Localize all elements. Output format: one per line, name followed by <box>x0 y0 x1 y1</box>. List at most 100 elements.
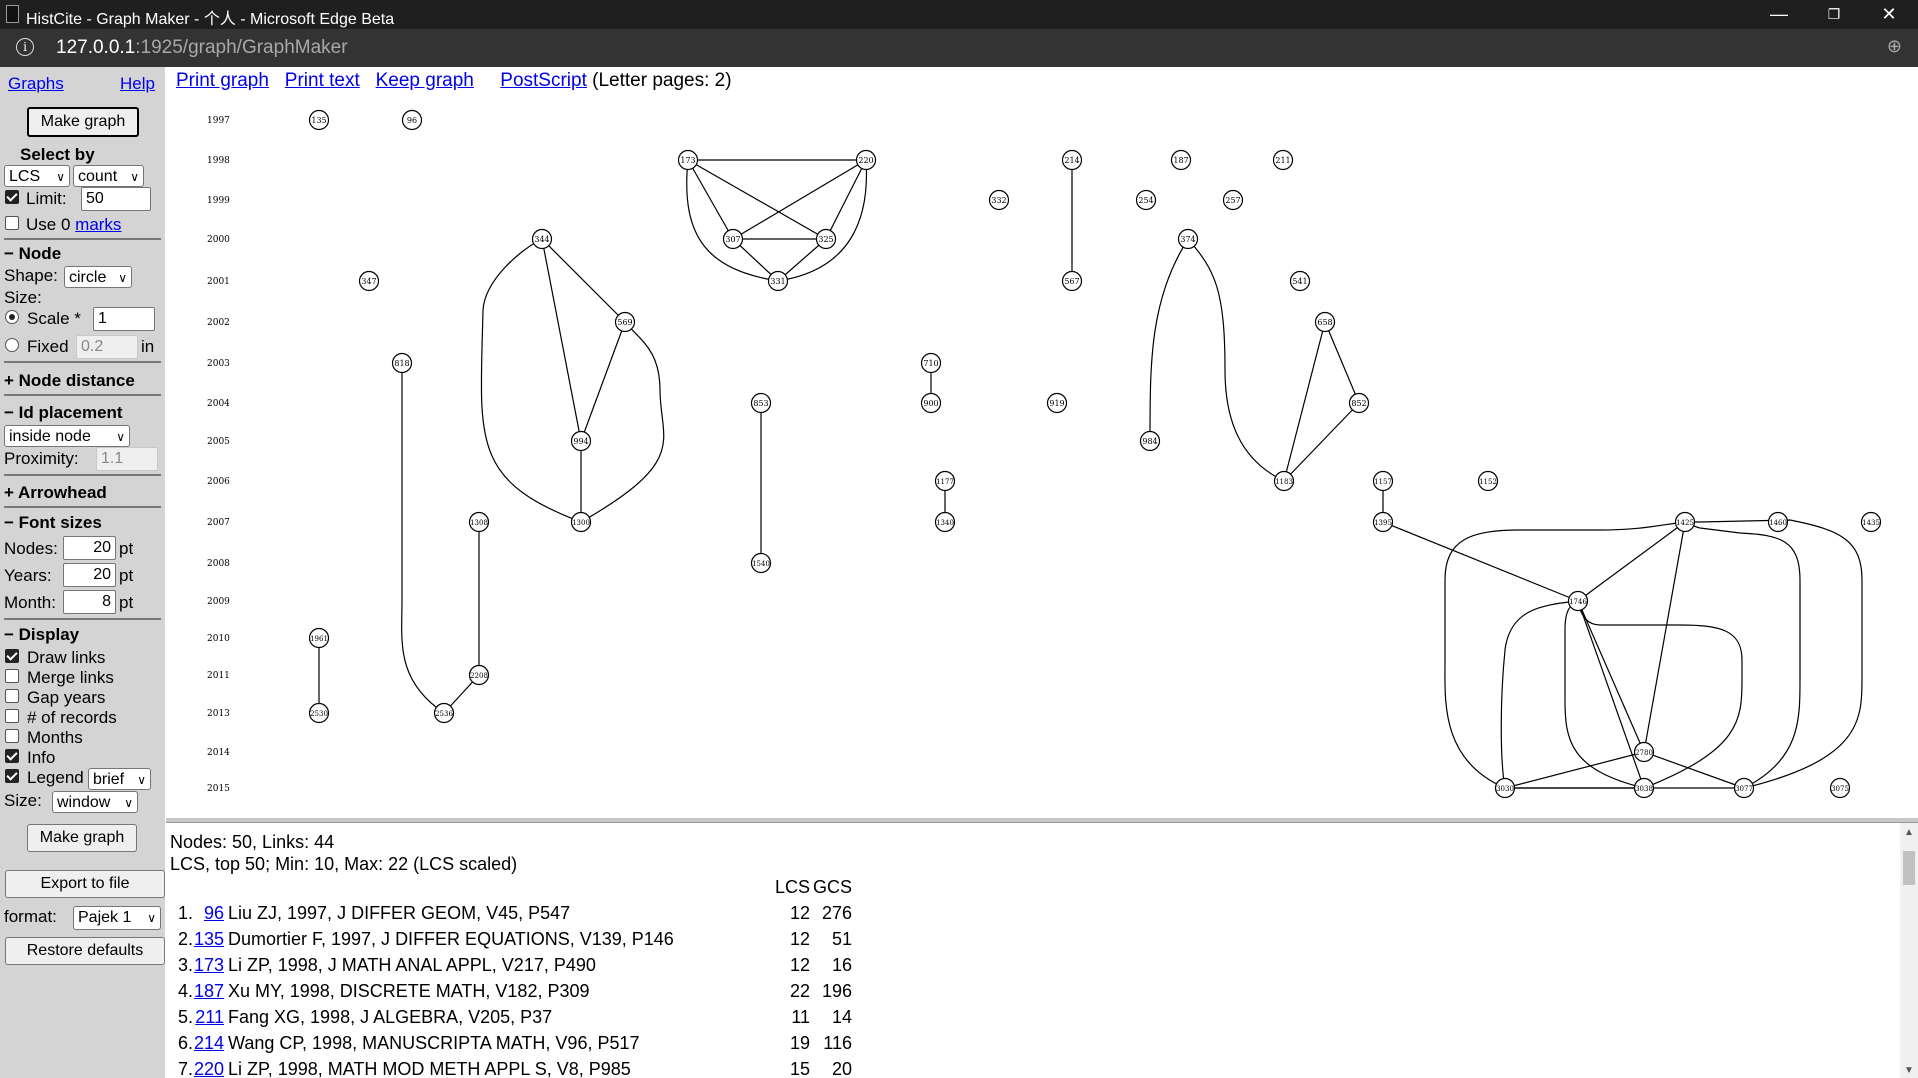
month-font-input[interactable]: 8 <box>63 590 116 614</box>
graph-node[interactable]: 187 <box>1170 149 1192 171</box>
fixed-input[interactable]: 0.2 <box>76 335 138 359</box>
graph-node[interactable]: 658 <box>1314 311 1336 333</box>
select-mode-dropdown[interactable]: count ∨ <box>73 165 144 187</box>
graph-node[interactable]: 332 <box>988 189 1010 211</box>
display-toggle[interactable]: − Display <box>4 625 79 645</box>
graph-node[interactable]: 220 <box>855 149 877 171</box>
graph-node[interactable]: 2530 <box>308 702 330 724</box>
display-option-checkbox[interactable] <box>5 749 19 763</box>
graph-node[interactable]: 1157 <box>1372 470 1394 492</box>
record-id-link[interactable]: 135 <box>194 929 224 950</box>
help-link[interactable]: Help <box>120 74 155 94</box>
keep-graph-link[interactable]: Keep graph <box>376 70 474 91</box>
proximity-input[interactable]: 1.1 <box>96 447 158 471</box>
graph-node[interactable]: 1340 <box>934 511 956 533</box>
graph-node[interactable]: 347 <box>358 270 380 292</box>
display-option-checkbox[interactable] <box>5 729 19 743</box>
record-id-link[interactable]: 220 <box>194 1059 224 1078</box>
graph-node[interactable]: 1177 <box>934 470 956 492</box>
node-distance-toggle[interactable]: + Node distance <box>4 371 135 391</box>
make-graph-button[interactable]: Make graph <box>27 107 139 137</box>
graph-node[interactable]: 2536 <box>433 702 455 724</box>
record-id-link[interactable]: 187 <box>194 981 224 1002</box>
export-button[interactable]: Export to file <box>5 870 165 898</box>
arrowhead-toggle[interactable]: + Arrowhead <box>4 483 107 503</box>
graph-node[interactable]: 710 <box>920 352 942 374</box>
site-info-icon[interactable]: i <box>16 38 34 56</box>
url-field[interactable]: 127.0.0.1:1925/graph/GraphMaker <box>56 37 348 59</box>
graph-node[interactable]: 307 <box>722 228 744 250</box>
nodes-font-input[interactable]: 20 <box>63 536 116 560</box>
graph-node[interactable]: 541 <box>1289 270 1311 292</box>
info-scrollbar[interactable]: ▲ ▼ <box>1900 823 1918 1078</box>
graph-node[interactable]: 1308 <box>468 511 490 533</box>
marks-link[interactable]: marks <box>75 215 121 234</box>
minimize-button[interactable]: — <box>1756 0 1802 29</box>
graph-node[interactable]: 1300 <box>570 511 592 533</box>
scroll-up-icon[interactable]: ▲ <box>1904 827 1914 838</box>
id-placement-toggle[interactable]: − Id placement <box>4 403 123 423</box>
graph-node[interactable]: 344 <box>531 228 553 250</box>
close-button[interactable]: ✕ <box>1866 0 1912 29</box>
record-id-link[interactable]: 96 <box>204 903 224 924</box>
node-section-toggle[interactable]: − Node <box>4 244 61 264</box>
id-placement-dropdown[interactable]: inside node ∨ <box>4 425 130 447</box>
graph-node[interactable]: 2208 <box>468 664 490 686</box>
graph-node[interactable]: 984 <box>1139 430 1161 452</box>
display-option-checkbox[interactable] <box>5 649 19 663</box>
legend-dropdown[interactable]: brief ∨ <box>88 768 151 790</box>
format-dropdown[interactable]: Pajek 1 ∨ <box>73 906 161 930</box>
display-option-checkbox[interactable] <box>5 669 19 683</box>
display-option-checkbox[interactable] <box>5 709 19 723</box>
graph-node[interactable]: 3030 <box>1494 777 1516 799</box>
graph-node[interactable]: 919 <box>1046 392 1068 414</box>
graph-node[interactable]: 325 <box>815 228 837 250</box>
record-id-link[interactable]: 211 <box>195 1007 224 1028</box>
fixed-radio[interactable] <box>5 338 19 352</box>
graph-node[interactable]: 569 <box>614 311 636 333</box>
graph-node[interactable]: 852 <box>1348 392 1370 414</box>
graph-node[interactable]: 1746 <box>1567 590 1589 612</box>
graph-node[interactable]: 567 <box>1061 270 1083 292</box>
graph-node[interactable]: 1395 <box>1372 511 1394 533</box>
graph-node[interactable]: 96 <box>401 109 423 131</box>
graphs-link[interactable]: Graphs <box>8 74 64 94</box>
graph-node[interactable]: 818 <box>391 352 413 374</box>
years-font-input[interactable]: 20 <box>63 563 116 587</box>
graph-node[interactable]: 994 <box>570 430 592 452</box>
make-graph-button-bottom[interactable]: Make graph <box>27 824 137 852</box>
size-window-dropdown[interactable]: window ∨ <box>52 791 138 813</box>
graph-node[interactable]: 2780 <box>1633 741 1655 763</box>
scroll-thumb[interactable] <box>1903 851 1915 885</box>
restore-defaults-button[interactable]: Restore defaults <box>5 937 165 965</box>
graph-node[interactable]: 3077 <box>1733 777 1755 799</box>
graph-node[interactable]: 1152 <box>1477 470 1499 492</box>
limit-input[interactable]: 50 <box>81 187 151 211</box>
graph-node[interactable]: 1540 <box>750 552 772 574</box>
scroll-down-icon[interactable]: ▼ <box>1904 1065 1914 1076</box>
limit-checkbox[interactable] <box>5 190 19 204</box>
address-bar[interactable]: i 127.0.0.1:1925/graph/GraphMaker ⊕ <box>0 29 1918 67</box>
graph-node[interactable]: 900 <box>920 392 942 414</box>
graph-node[interactable]: 331 <box>767 270 789 292</box>
graph-node[interactable]: 135 <box>308 109 330 131</box>
zoom-icon[interactable]: ⊕ <box>1887 36 1902 57</box>
select-field-dropdown[interactable]: LCS ∨ <box>4 165 70 187</box>
print-graph-link[interactable]: Print graph <box>176 70 269 91</box>
print-text-link[interactable]: Print text <box>285 70 360 91</box>
display-option-checkbox[interactable] <box>5 689 19 703</box>
graph-node[interactable]: 3075 <box>1829 777 1851 799</box>
scale-radio[interactable] <box>5 310 19 324</box>
graph-node[interactable]: 1435 <box>1860 511 1882 533</box>
graph-node[interactable]: 853 <box>750 392 772 414</box>
graph-node[interactable]: 211 <box>1272 149 1294 171</box>
graph-node[interactable]: 1460 <box>1767 511 1789 533</box>
graph-node[interactable]: 214 <box>1061 149 1083 171</box>
record-id-link[interactable]: 214 <box>194 1033 224 1054</box>
shape-dropdown[interactable]: circle ∨ <box>64 266 132 288</box>
citation-graph[interactable]: 1997 1998 1999 2000 2001 2002 2003 2004 2005 2006… <box>166 96 1918 818</box>
font-sizes-toggle[interactable]: − Font sizes <box>4 513 102 533</box>
record-id-link[interactable]: 173 <box>194 955 224 976</box>
use-marks-checkbox[interactable] <box>5 216 19 230</box>
graph-node[interactable]: 374 <box>1177 228 1199 250</box>
